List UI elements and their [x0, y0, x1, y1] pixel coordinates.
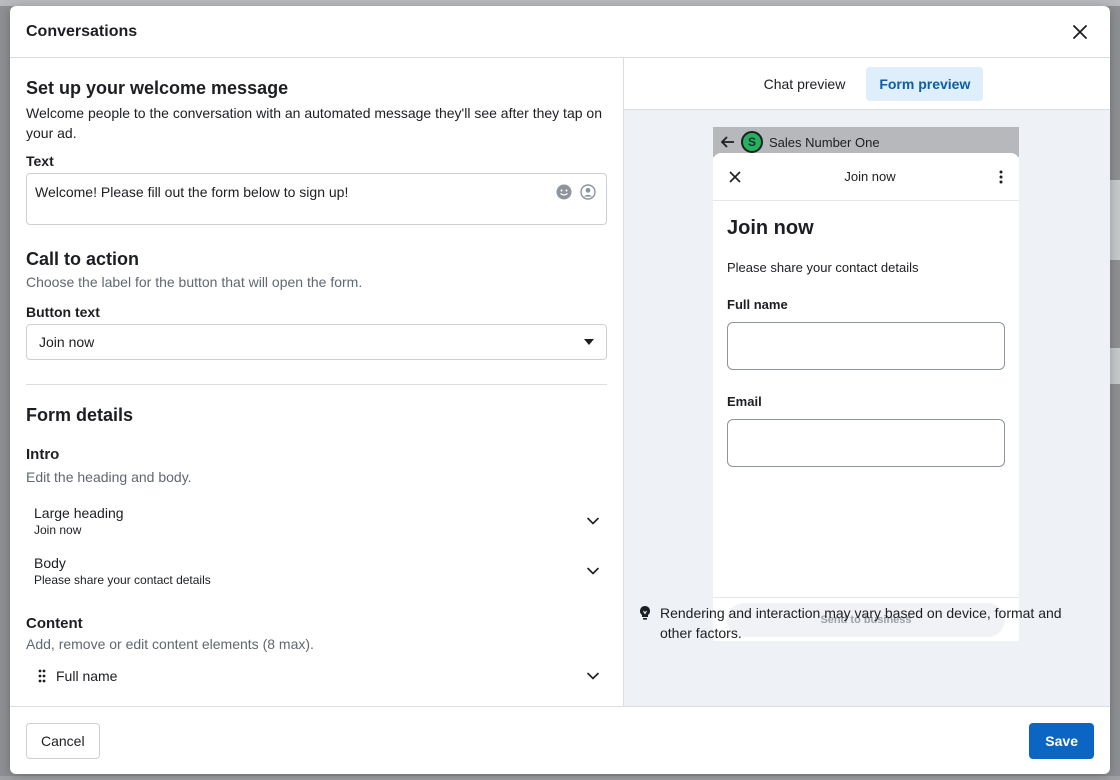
welcome-text-input[interactable]: Welcome! Please fill out the form below … [26, 173, 607, 225]
text-label: Text [26, 153, 54, 169]
divider [26, 384, 607, 385]
email-label: Email [727, 394, 762, 409]
preview-pane: Chat preview Form preview S Sales Number… [624, 58, 1110, 706]
personalize-icon[interactable] [580, 184, 596, 203]
text-input-icons [556, 184, 596, 203]
chevron-down-icon [587, 567, 599, 575]
cta-heading: Call to action [26, 249, 140, 269]
full-name-label: Full name [727, 297, 788, 312]
modal-footer: Cancel Save [10, 706, 1110, 774]
large-heading-value: Join now [34, 523, 82, 537]
sheet-title: Join now [844, 169, 896, 184]
close-icon [1073, 24, 1087, 39]
note-text: Rendering and interaction may vary based… [660, 605, 1062, 641]
large-heading-row[interactable]: Large heading Join now [26, 499, 607, 543]
close-icon [729, 170, 741, 183]
phone-preview: S Sales Number One Join now Join now Ple… [713, 127, 1019, 641]
intro-heading: Intro [26, 446, 60, 463]
button-text-value: Join now [39, 334, 95, 350]
welcome-text-value: Welcome! Please fill out the form below … [35, 184, 349, 200]
full-name-row[interactable]: Full name [26, 662, 607, 690]
cta-description: Choose the label for the button that wil… [26, 274, 363, 290]
rendering-note: Rendering and interaction may vary based… [638, 603, 1090, 643]
form-heading: Join now [727, 217, 814, 239]
contact-name: Sales Number One [769, 134, 880, 150]
avatar: S [741, 131, 763, 153]
save-button[interactable]: Save [1029, 722, 1094, 759]
modal-header: Conversations [10, 6, 1110, 58]
cancel-button[interactable]: Cancel [26, 722, 100, 759]
intro-description: Edit the heading and body. [26, 469, 192, 485]
form-sheet: Join now Join now Please share your cont… [713, 153, 1019, 641]
form-body-text: Please share your contact details [727, 260, 919, 275]
email-field [727, 419, 1005, 467]
button-text-select[interactable]: Join now [26, 324, 607, 360]
emoji-icon[interactable] [556, 184, 572, 203]
full-name-title: Full name [56, 668, 118, 684]
body-value: Please share your contact details [34, 573, 211, 587]
form-details-heading: Form details [26, 405, 134, 425]
chevron-down-icon [587, 672, 599, 680]
more-icon [999, 170, 1003, 183]
caret-down-icon [584, 339, 594, 345]
tab-form-preview[interactable]: Form preview [866, 66, 984, 101]
sheet-header: Join now [713, 153, 1019, 201]
large-heading-title: Large heading [34, 505, 124, 521]
lightbulb-icon [640, 606, 650, 620]
backdrop-strip [0, 776, 1120, 780]
welcome-description: Welcome people to the conversation with … [26, 105, 602, 141]
content-description: Add, remove or edit content elements (8 … [26, 636, 314, 652]
button-text-label: Button text [26, 304, 100, 320]
settings-pane[interactable]: Set up your welcome message Welcome peop… [10, 58, 624, 706]
content-heading: Content [26, 615, 83, 632]
close-button[interactable] [1066, 18, 1094, 46]
body-title: Body [34, 555, 66, 571]
chevron-down-icon [587, 517, 599, 525]
preview-tabs: Chat preview Form preview [624, 58, 1110, 110]
drag-handle-icon[interactable] [38, 669, 46, 683]
welcome-heading: Set up your welcome message [26, 78, 289, 98]
modal-title: Conversations [26, 22, 138, 40]
form-body: Join now Please share your contact detai… [713, 201, 1019, 507]
conversations-modal: Conversations Set up your welcome messag… [10, 6, 1110, 774]
full-name-field [727, 322, 1005, 370]
body-row[interactable]: Body Please share your contact details [26, 549, 607, 593]
modal-body: Set up your welcome message Welcome peop… [10, 58, 1110, 706]
back-arrow-icon [721, 136, 734, 148]
tab-chat-preview[interactable]: Chat preview [751, 67, 859, 101]
